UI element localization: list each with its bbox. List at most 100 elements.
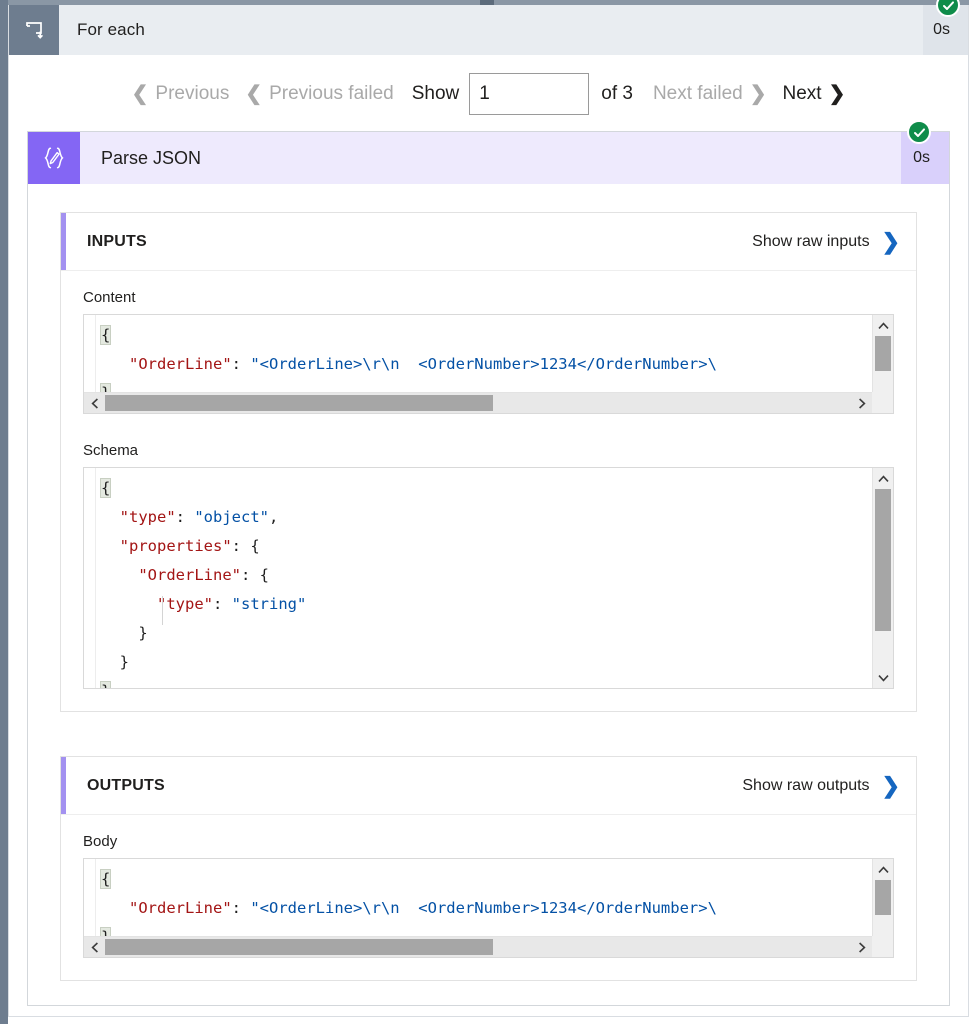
next-failed-button[interactable]: Next failed ❯ — [645, 79, 775, 109]
code-token: "string" — [232, 595, 307, 613]
scroll-right-icon[interactable] — [851, 937, 872, 957]
code-line: { — [101, 865, 893, 894]
next-button[interactable]: Next ❯ — [775, 79, 854, 109]
code-token: } — [101, 653, 129, 671]
code-line: "type": "string" — [101, 590, 893, 619]
show-raw-inputs-button[interactable]: Show raw inputs ❯ — [752, 231, 900, 253]
code-token: "type" — [157, 595, 213, 613]
show-raw-inputs-label: Show raw inputs — [752, 233, 869, 251]
chevron-left-icon: ❮ — [245, 84, 262, 104]
inputs-section: INPUTS Show raw inputs ❯ Content { "Orde… — [60, 212, 917, 712]
previous-failed-button[interactable]: ❮ Previous failed — [237, 79, 401, 109]
chevron-right-icon: ❯ — [882, 231, 900, 253]
scroll-right-icon[interactable] — [851, 393, 872, 413]
schema-vertical-scrollbar[interactable] — [872, 468, 893, 688]
parse-json-status-success-icon — [907, 120, 931, 144]
outputs-header: OUTPUTS Show raw outputs ❯ — [61, 757, 916, 815]
show-raw-outputs-button[interactable]: Show raw outputs ❯ — [742, 775, 900, 797]
schema-code-editor[interactable]: { "type": "object", "properties": { "Ord… — [83, 467, 894, 689]
code-line: "OrderLine": { — [101, 561, 893, 590]
previous-button[interactable]: ❮ Previous — [124, 79, 238, 109]
code-token: "<OrderLine>\r\n <OrderNumber>1234</Orde… — [250, 355, 717, 373]
code-token — [101, 355, 129, 373]
parse-json-title: Parse JSON — [80, 132, 901, 184]
parse-json-header[interactable]: Parse JSON 0s — [28, 132, 949, 184]
code-token: } — [101, 682, 110, 689]
show-label: Show — [402, 83, 470, 105]
outputs-accent-bar — [61, 757, 66, 814]
code-token — [101, 899, 129, 917]
code-line: "type": "object", — [101, 503, 893, 532]
content-horizontal-scrollbar[interactable] — [84, 392, 872, 413]
scroll-up-icon[interactable] — [873, 859, 893, 880]
code-token: "type" — [120, 508, 176, 526]
code-token: "OrderLine" — [129, 355, 232, 373]
scroll-left-icon[interactable] — [84, 393, 105, 413]
content-vertical-scroll-thumb[interactable] — [875, 336, 891, 371]
body-field-label: Body — [83, 833, 894, 850]
code-token — [101, 508, 120, 526]
for-each-loop-icon — [9, 5, 59, 55]
code-line: "OrderLine": "<OrderLine>\r\n <OrderNumb… — [101, 350, 893, 379]
parse-json-body: INPUTS Show raw inputs ❯ Content { "Orde… — [28, 184, 949, 1005]
code-line: { — [101, 474, 893, 503]
next-failed-button-label: Next failed — [653, 83, 743, 105]
code-token: "properties" — [120, 537, 232, 555]
for-each-header[interactable]: For each 0s — [9, 5, 968, 55]
code-token: "<OrderLine>\r\n <OrderNumber>1234</Orde… — [250, 899, 717, 917]
code-token — [101, 595, 157, 613]
chevron-left-icon: ❮ — [132, 84, 149, 104]
code-token: { — [101, 326, 110, 344]
schema-code-text: { "type": "object", "properties": { "Ord… — [84, 468, 893, 689]
scroll-up-icon[interactable] — [873, 468, 893, 489]
body-vertical-scroll-thumb[interactable] — [875, 880, 891, 915]
code-token: , — [269, 508, 278, 526]
schema-vertical-scroll-thumb[interactable] — [875, 489, 891, 631]
iteration-pager: ❮ Previous ❮ Previous failed Show of 3 N… — [9, 55, 968, 127]
chevron-right-icon: ❯ — [829, 84, 846, 104]
chevron-right-icon: ❯ — [882, 775, 900, 797]
show-raw-outputs-label: Show raw outputs — [742, 777, 869, 795]
previous-failed-button-label: Previous failed — [269, 83, 394, 105]
parse-json-action-card: Parse JSON 0s INPUTS Show raw inputs — [27, 131, 950, 1006]
code-line: "OrderLine": "<OrderLine>\r\n <OrderNumb… — [101, 894, 893, 923]
code-line: { — [101, 321, 893, 350]
content-horizontal-scroll-thumb[interactable] — [105, 395, 493, 411]
outputs-section: OUTPUTS Show raw outputs ❯ Body { "Order… — [60, 756, 917, 981]
body-horizontal-scroll-thumb[interactable] — [105, 939, 493, 955]
for-each-scope-card: For each 0s ❮ Previous ❮ Previous failed… — [8, 5, 969, 1017]
code-token — [101, 566, 138, 584]
iteration-number-input[interactable] — [469, 73, 589, 115]
code-line: } — [101, 619, 893, 648]
previous-button-label: Previous — [155, 83, 229, 105]
content-field-label: Content — [83, 289, 894, 306]
inputs-header: INPUTS Show raw inputs ❯ — [61, 213, 916, 271]
code-token: "object" — [194, 508, 269, 526]
scroll-left-icon[interactable] — [84, 937, 105, 957]
code-token: : — [176, 508, 195, 526]
outputs-content: Body { "OrderLine": "<OrderLine>\r\n <Or… — [61, 815, 916, 980]
code-token: : { — [241, 566, 269, 584]
schema-field-label: Schema — [83, 442, 894, 459]
chevron-right-icon: ❯ — [750, 84, 767, 104]
code-line: "properties": { — [101, 532, 893, 561]
inputs-accent-bar — [61, 213, 66, 270]
code-line: } — [101, 677, 893, 689]
total-iterations-label: of 3 — [589, 83, 645, 105]
body-horizontal-scrollbar[interactable] — [84, 936, 872, 957]
viewport-left-rail — [0, 0, 8, 1024]
body-code-editor[interactable]: { "OrderLine": "<OrderLine>\r\n <OrderNu… — [83, 858, 894, 958]
next-button-label: Next — [783, 83, 822, 105]
code-token: : — [232, 899, 251, 917]
code-token: "OrderLine" — [129, 899, 232, 917]
code-line: } — [101, 648, 893, 677]
code-token: : { — [232, 537, 260, 555]
scroll-down-icon[interactable] — [873, 667, 893, 688]
content-scroll-corner — [872, 392, 893, 413]
inputs-title: INPUTS — [87, 233, 147, 251]
scroll-up-icon[interactable] — [873, 315, 893, 336]
run-history-pane: For each 0s ❮ Previous ❮ Previous failed… — [0, 0, 969, 1024]
content-code-editor[interactable]: { "OrderLine": "<OrderLine>\r\n <OrderNu… — [83, 314, 894, 414]
parse-json-icon — [28, 132, 80, 184]
outputs-title: OUTPUTS — [87, 777, 165, 795]
